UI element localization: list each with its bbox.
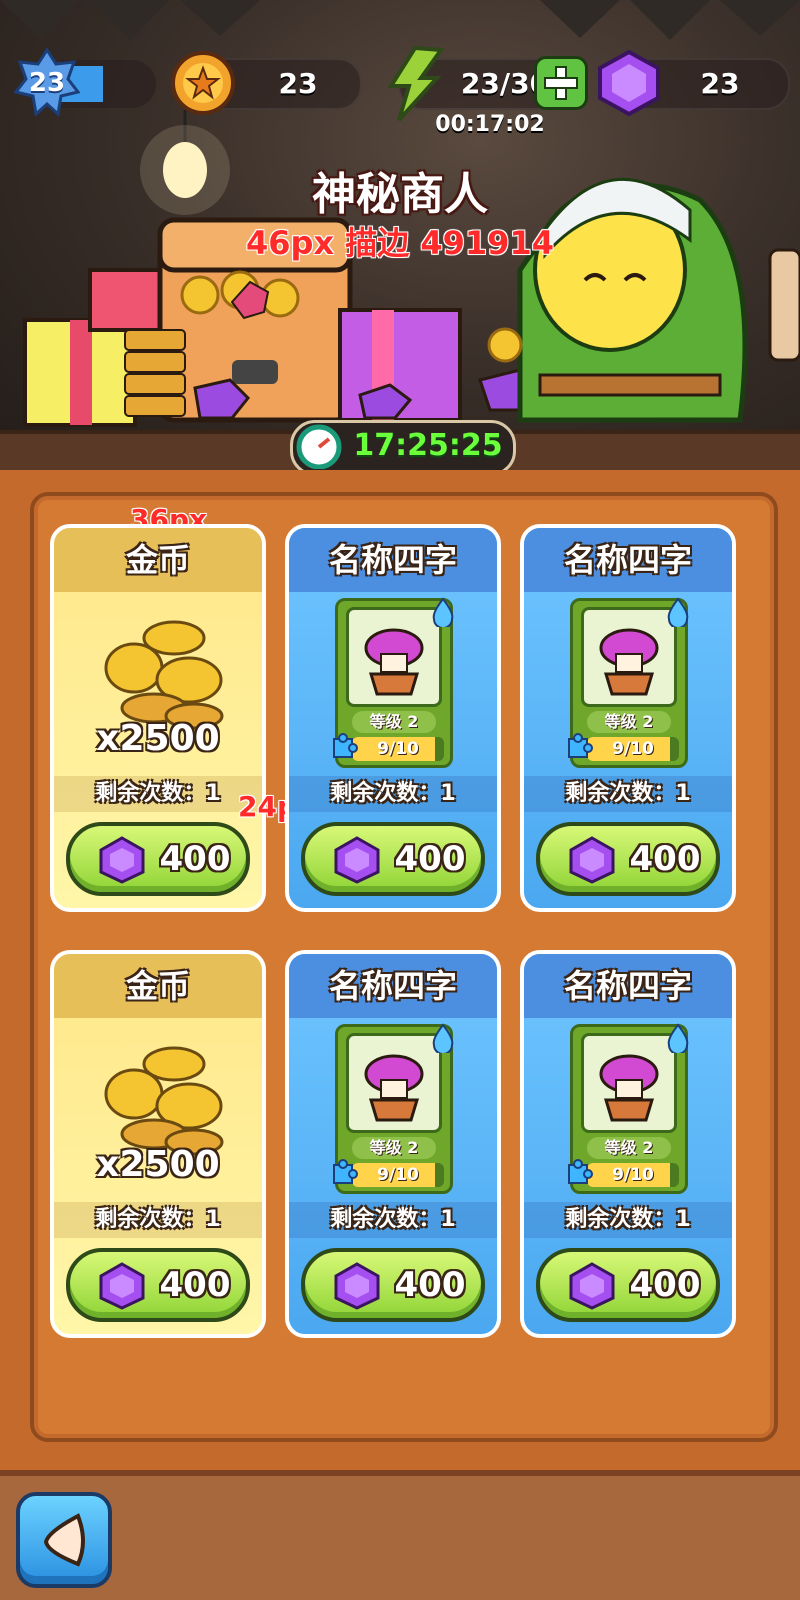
shop-card-plant[interactable]: 名称四字 等级 2 9/10 剩余次数：1 400	[520, 524, 736, 912]
plus-icon	[544, 66, 578, 100]
buy-button[interactable]: 400	[301, 822, 485, 896]
shard-progress-text: 9/10	[377, 1165, 419, 1185]
price: 400	[159, 839, 231, 879]
purple-gem-icon	[334, 1262, 380, 1310]
price: 400	[629, 1265, 701, 1305]
shard-progress-text: 9/10	[612, 1165, 654, 1185]
plant-art	[581, 607, 677, 707]
level-number: 23	[28, 68, 66, 98]
shop-countdown: 17:25:25	[290, 420, 516, 476]
buy-button[interactable]: 400	[301, 1248, 485, 1322]
add-energy-button[interactable]	[534, 56, 588, 110]
stopwatch-icon	[296, 424, 342, 469]
shop-screen: { "topbar": { "level": "23", "xp_fractio…	[0, 0, 800, 1600]
coin-quantity: x2500	[96, 718, 220, 759]
shard-progress-text: 9/10	[377, 739, 419, 759]
card-title: 名称四字	[524, 528, 732, 592]
water-drop-icon	[667, 597, 689, 627]
purple-gem-icon	[569, 1262, 615, 1310]
shard-progress: 9/10	[352, 1163, 444, 1187]
star-coin-icon	[171, 51, 235, 115]
price: 400	[159, 1265, 231, 1305]
level-badge[interactable]: 23	[13, 47, 81, 118]
water-drop-icon	[432, 1023, 454, 1053]
purple-gem-icon	[598, 49, 660, 117]
gem-amount: 23	[700, 67, 740, 100]
shard-progress-text: 9/10	[612, 739, 654, 759]
lightning-icon	[387, 46, 445, 122]
plant-art	[581, 1033, 677, 1133]
purple-gem-icon	[334, 836, 380, 884]
mushroom-plant-icon	[599, 1054, 659, 1122]
water-drop-icon	[432, 597, 454, 627]
shop-card-coins[interactable]: 金币 x2500 剩余次数：1 400	[50, 524, 266, 912]
plant-card: 等级 2 9/10	[333, 597, 454, 768]
puzzle-icon	[333, 1159, 358, 1184]
card-title: 金币	[54, 954, 262, 1018]
remaining-count: 剩余次数：1	[289, 1202, 497, 1238]
plant-card: 等级 2 9/10	[568, 597, 689, 768]
remaining-count: 剩余次数：1	[524, 776, 732, 812]
shop-card-plant[interactable]: 名称四字 等级 2 9/10 剩余次数：1 400	[285, 524, 501, 912]
purple-gem-icon	[99, 836, 145, 884]
purple-gem-icon	[99, 1262, 145, 1310]
top-bar: 23 23 23/30 23	[0, 40, 800, 130]
shop-card-coins[interactable]: 金币 x2500 剩余次数：1 400	[50, 950, 266, 1338]
energy-timer: 00:17:02	[435, 112, 545, 137]
shard-progress: 9/10	[587, 1163, 679, 1187]
price: 400	[394, 839, 466, 879]
remaining-count: 剩余次数：1	[54, 776, 262, 812]
back-button[interactable]	[16, 1492, 112, 1588]
coin-quantity: x2500	[96, 1144, 220, 1185]
plant-level: 等级 2	[352, 1137, 436, 1159]
water-drop-icon	[667, 1023, 689, 1053]
shard-progress: 9/10	[587, 737, 679, 761]
bottom-bar	[0, 1470, 800, 1600]
puzzle-icon	[568, 1159, 593, 1184]
back-arrow-icon	[43, 1513, 85, 1567]
card-title: 金币	[54, 528, 262, 592]
mushroom-plant-icon	[599, 628, 659, 696]
puzzle-icon	[333, 733, 358, 758]
shop-card-plant[interactable]: 名称四字 等级 2 9/10 剩余次数：1 400	[520, 950, 736, 1338]
plant-card: 等级 2 9/10	[568, 1023, 689, 1194]
title-annotation: 46px 描边 491914	[246, 224, 554, 262]
plant-level: 等级 2	[587, 1137, 671, 1159]
plant-art	[346, 1033, 442, 1133]
price: 400	[394, 1265, 466, 1305]
mushroom-plant-icon	[364, 1054, 424, 1122]
card-title: 名称四字	[289, 954, 497, 1018]
mushroom-plant-icon	[364, 628, 424, 696]
buy-button[interactable]: 400	[536, 1248, 720, 1322]
buy-button[interactable]: 400	[66, 1248, 250, 1322]
plant-card: 等级 2 9/10	[333, 1023, 454, 1194]
card-title: 名称四字	[289, 528, 497, 592]
shard-progress: 9/10	[352, 737, 444, 761]
puzzle-icon	[568, 733, 593, 758]
countdown-text: 17:25:25	[353, 428, 503, 463]
page-title: 神秘商人	[312, 169, 488, 220]
remaining-count: 剩余次数：1	[289, 776, 497, 812]
buy-button[interactable]: 400	[66, 822, 250, 896]
plant-level: 等级 2	[587, 711, 671, 733]
remaining-count: 剩余次数：1	[524, 1202, 732, 1238]
card-title: 名称四字	[524, 954, 732, 1018]
buy-button[interactable]: 400	[536, 822, 720, 896]
purple-gem-icon	[569, 836, 615, 884]
price: 400	[629, 839, 701, 879]
remaining-count: 剩余次数：1	[54, 1202, 262, 1238]
shop-card-plant[interactable]: 名称四字 等级 2 9/10 剩余次数：1 400	[285, 950, 501, 1338]
plant-art	[346, 607, 442, 707]
plant-level: 等级 2	[352, 711, 436, 733]
